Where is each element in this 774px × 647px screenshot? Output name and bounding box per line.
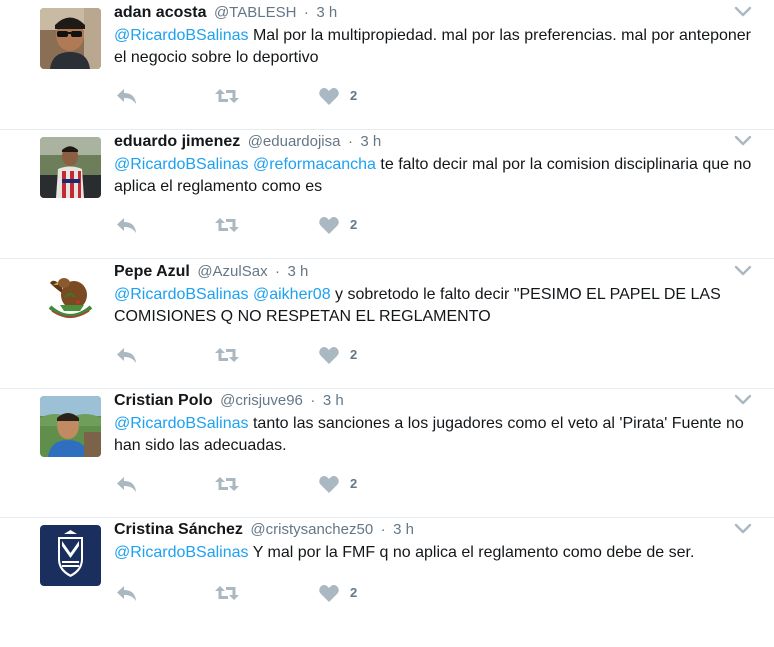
chevron-down-icon[interactable]: [734, 6, 752, 18]
reply-icon: [117, 89, 136, 104]
mention-link[interactable]: @RicardoBSalinas: [114, 415, 249, 432]
reply-icon: [117, 586, 136, 601]
mention-link[interactable]: @RicardoBSalinas: [114, 544, 249, 561]
timestamp[interactable]: 3 h: [393, 521, 414, 538]
avatar[interactable]: [40, 8, 101, 69]
mention-link[interactable]: @RicardoBSalinas: [114, 27, 249, 44]
tweet[interactable]: Pepe Azul @AzulSax · 3 h @RicardoBSalina…: [0, 259, 774, 389]
user-fullname[interactable]: adan acosta: [114, 4, 206, 21]
profile-photo-man-sunglasses-icon: [40, 8, 101, 69]
reply-icon: [117, 218, 136, 233]
reply-button[interactable]: [114, 583, 138, 603]
mexican-eagle-emblem-icon: [40, 267, 101, 328]
separator: ·: [347, 133, 353, 150]
retweet-icon: [215, 89, 239, 103]
heart-icon: [319, 88, 339, 105]
retweet-icon: [215, 586, 239, 600]
separator: ·: [303, 4, 309, 21]
reply-button[interactable]: [114, 86, 138, 106]
tweet[interactable]: eduardo jimenez @eduardojisa · 3 h @Rica…: [0, 129, 774, 259]
reply-button[interactable]: [114, 474, 138, 494]
heart-icon: [319, 476, 339, 493]
monterrey-shield-logo-icon: [40, 525, 101, 586]
mention-link[interactable]: @RicardoBSalinas: [114, 286, 249, 303]
retweet-button[interactable]: [214, 583, 240, 603]
retweet-button[interactable]: [214, 474, 240, 494]
retweet-button[interactable]: [214, 345, 240, 365]
timestamp[interactable]: 3 h: [316, 4, 337, 21]
chevron-down-icon[interactable]: [734, 265, 752, 277]
separator: ·: [275, 263, 281, 280]
timestamp[interactable]: 3 h: [323, 392, 344, 409]
like-count: 2: [350, 476, 358, 491]
timestamp[interactable]: 3 h: [360, 133, 381, 150]
like-button[interactable]: [318, 215, 340, 235]
tweet-header: adan acosta @TABLESH · 3 h: [114, 3, 337, 23]
retweet-button[interactable]: [214, 86, 240, 106]
like-count: 2: [350, 217, 358, 232]
separator: ·: [310, 392, 316, 409]
like-count: 2: [350, 88, 358, 103]
chevron-down-icon[interactable]: [734, 523, 752, 535]
tweet-text: @RicardoBSalinas tanto las sanciones a l…: [114, 413, 754, 457]
retweet-icon: [215, 477, 239, 491]
tweet-header: eduardo jimenez @eduardojisa · 3 h: [114, 132, 381, 152]
like-button[interactable]: [318, 474, 340, 494]
separator: ·: [380, 521, 386, 538]
tweet[interactable]: Cristian Polo @crisjuve96 · 3 h @Ricardo…: [0, 388, 774, 518]
mention-link[interactable]: @RicardoBSalinas: [114, 156, 249, 173]
user-fullname[interactable]: eduardo jimenez: [114, 133, 240, 150]
tweet-text: @RicardoBSalinas Y mal por la FMF q no a…: [114, 542, 754, 564]
like-count: 2: [350, 347, 358, 362]
tweet-text: @RicardoBSalinas @aikher08 y sobretodo l…: [114, 284, 754, 328]
user-screenname[interactable]: @eduardojisa: [248, 133, 341, 150]
avatar[interactable]: [40, 396, 101, 457]
retweet-icon: [215, 218, 239, 232]
like-button[interactable]: [318, 583, 340, 603]
profile-photo-outdoors-icon: [40, 396, 101, 457]
tweet-body: Y mal por la FMF q no aplica el reglamen…: [248, 544, 695, 561]
tweet-text: @RicardoBSalinas @reformacancha te falto…: [114, 154, 754, 198]
mention-link[interactable]: @aikher08: [253, 286, 331, 303]
chevron-down-icon[interactable]: [734, 394, 752, 406]
chevron-down-icon[interactable]: [734, 135, 752, 147]
heart-icon: [319, 217, 339, 234]
like-button[interactable]: [318, 345, 340, 365]
avatar[interactable]: [40, 267, 101, 328]
heart-icon: [319, 585, 339, 602]
reply-icon: [117, 477, 136, 492]
reply-button[interactable]: [114, 215, 138, 235]
user-screenname[interactable]: @AzulSax: [197, 263, 267, 280]
tweet[interactable]: Cristina Sánchez @cristysanchez50 · 3 h …: [0, 517, 774, 647]
user-fullname[interactable]: Cristina Sánchez: [114, 521, 243, 538]
like-button[interactable]: [318, 86, 340, 106]
timestamp[interactable]: 3 h: [288, 263, 309, 280]
reply-button[interactable]: [114, 345, 138, 365]
mention-link[interactable]: @reformacancha: [253, 156, 376, 173]
tweet-header: Pepe Azul @AzulSax · 3 h: [114, 262, 308, 282]
like-count: 2: [350, 585, 358, 600]
user-screenname[interactable]: @cristysanchez50: [250, 521, 373, 538]
retweet-icon: [215, 348, 239, 362]
tweet-header: Cristian Polo @crisjuve96 · 3 h: [114, 391, 344, 411]
avatar[interactable]: [40, 137, 101, 198]
tweet-header: Cristina Sánchez @cristysanchez50 · 3 h: [114, 520, 414, 540]
user-fullname[interactable]: Pepe Azul: [114, 263, 190, 280]
reply-icon: [117, 348, 136, 363]
profile-photo-jersey-icon: [40, 137, 101, 198]
retweet-button[interactable]: [214, 215, 240, 235]
tweet-text: @RicardoBSalinas Mal por la multipropied…: [114, 25, 754, 69]
user-fullname[interactable]: Cristian Polo: [114, 392, 213, 409]
avatar[interactable]: [40, 525, 101, 586]
heart-icon: [319, 347, 339, 364]
tweet[interactable]: adan acosta @TABLESH · 3 h @RicardoBSali…: [0, 0, 774, 130]
user-screenname[interactable]: @crisjuve96: [220, 392, 303, 409]
user-screenname[interactable]: @TABLESH: [214, 4, 296, 21]
